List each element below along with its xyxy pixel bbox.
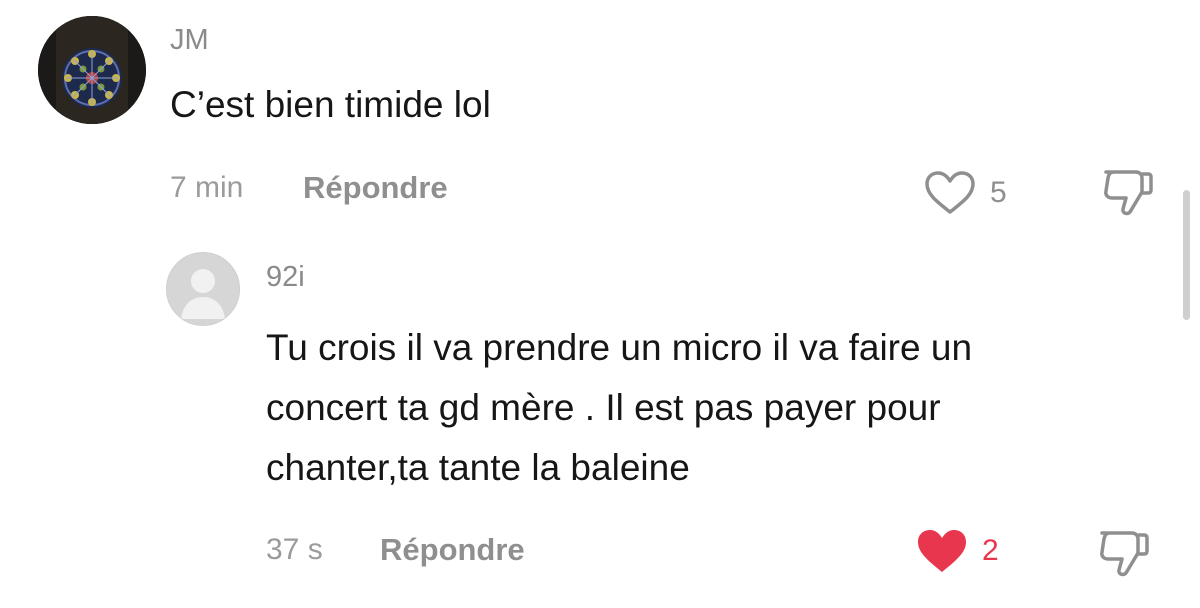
comment-text: Tu crois il va prendre un micro il va fa… [266,318,972,498]
heart-filled-icon [918,530,966,572]
comment-timestamp: 37 s [266,533,323,566]
reply-button[interactable]: Répondre [303,170,448,206]
thumbs-down-icon [1104,170,1153,216]
comment-text-line: concert ta gd mère . Il est pas payer po… [266,387,941,428]
like-count: 5 [990,176,1007,209]
avatar-92i[interactable] [166,252,240,326]
avatar-jm[interactable] [38,16,146,124]
scrollbar[interactable] [1183,190,1190,320]
username[interactable]: JM [170,24,209,57]
like-count: 2 [982,534,999,567]
dislike-button[interactable] [1100,166,1156,223]
comment-text-line: chanter,ta tante la baleine [266,447,690,488]
dislike-button[interactable] [1096,527,1152,584]
comment-text-line: Tu crois il va prendre un micro il va fa… [266,327,973,368]
like-button[interactable]: 2 [916,528,999,574]
rose-window-avatar-icon [38,16,146,124]
username[interactable]: 92i [266,261,305,294]
like-button[interactable]: 5 [924,170,1007,216]
thumbs-down-icon [1100,531,1149,577]
reply-button[interactable]: Répondre [380,532,525,568]
heart-outline-icon [925,171,975,214]
default-avatar-icon [181,269,225,319]
comment-text: C’est bien timide lol [170,84,491,125]
comment-timestamp: 7 min [170,171,244,204]
